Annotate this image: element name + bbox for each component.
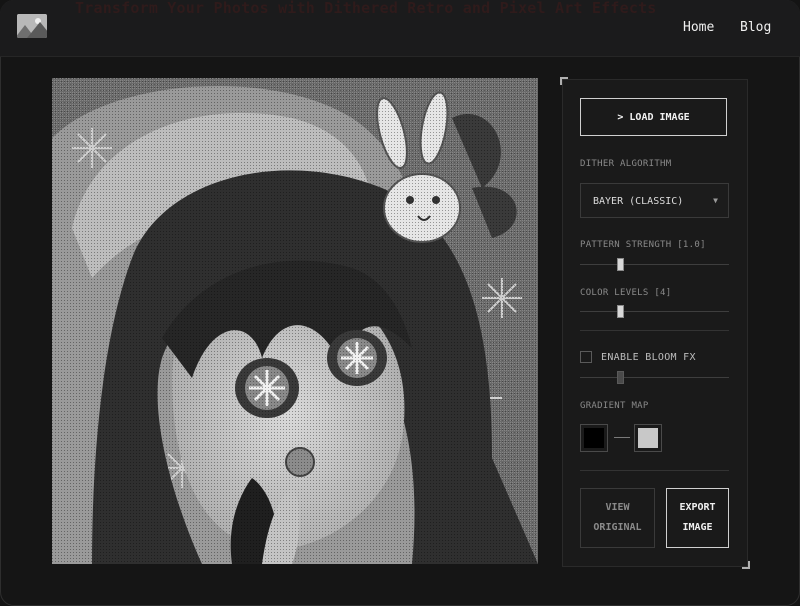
dithered-image-preview — [52, 78, 538, 564]
top-bar: Transform Your Photos with Dithered Retr… — [0, 0, 800, 57]
view-original-button[interactable]: VIEW ORIGINAL — [580, 488, 655, 548]
panel-corner-mark — [560, 77, 568, 85]
bloom-label: ENABLE BLOOM FX — [601, 352, 696, 363]
preview-illustration — [52, 78, 538, 564]
export-line2: IMAGE — [682, 522, 713, 533]
gradient-start-color — [584, 428, 604, 448]
export-image-button[interactable]: EXPORT IMAGE — [666, 488, 729, 548]
pattern-strength-slider[interactable] — [580, 258, 729, 272]
triangle-down-icon: ▼ — [713, 196, 718, 205]
pattern-strength-label: PATTERN STRENGTH [1.0] — [580, 240, 706, 250]
section-divider — [580, 470, 729, 471]
load-image-button[interactable]: > LOAD IMAGE — [580, 98, 727, 136]
slider-track — [580, 264, 729, 265]
bloom-checkbox[interactable] — [580, 351, 592, 363]
dither-algorithm-select[interactable]: BAYER (CLASSIC) ▼ — [580, 183, 729, 218]
view-original-line2: ORIGINAL — [593, 522, 642, 533]
slider-thumb[interactable] — [617, 305, 624, 318]
slider-track — [580, 377, 729, 378]
bloom-slider[interactable] — [580, 371, 729, 385]
page-banner: Transform Your Photos with Dithered Retr… — [75, 0, 657, 17]
panel-corner-mark — [742, 561, 750, 569]
export-line1: EXPORT — [679, 502, 716, 513]
section-divider — [580, 330, 729, 331]
nav-blog-link[interactable]: Blog — [740, 20, 771, 35]
gradient-start-swatch[interactable] — [580, 424, 608, 452]
slider-thumb[interactable] — [617, 258, 624, 271]
dither-algorithm-label: DITHER ALGORITHM — [580, 159, 672, 169]
slider-track — [580, 311, 729, 312]
gradient-map-label: GRADIENT MAP — [580, 401, 649, 411]
view-original-line1: VIEW — [605, 502, 630, 513]
slider-thumb[interactable] — [617, 371, 624, 384]
gradient-connector — [614, 437, 630, 438]
gradient-end-swatch[interactable] — [634, 424, 662, 452]
image-landscape-icon[interactable] — [17, 14, 47, 38]
gradient-end-color — [638, 428, 658, 448]
color-levels-slider[interactable] — [580, 305, 729, 319]
nav-home-link[interactable]: Home — [683, 20, 714, 35]
color-levels-label: COLOR LEVELS [4] — [580, 288, 672, 298]
dither-algorithm-value: BAYER (CLASSIC) — [593, 196, 684, 207]
